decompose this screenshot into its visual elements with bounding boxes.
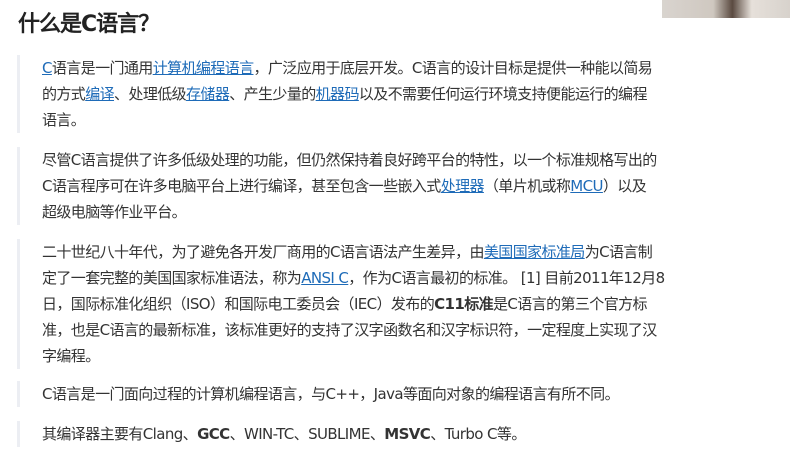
wiki-link[interactable]: 计算机编程语言 <box>153 59 254 77</box>
page-title: 什么是C语言？ <box>18 12 160 37</box>
bold-text: C11标准 <box>434 295 494 313</box>
webcam-overlay <box>662 0 790 18</box>
text-run: 其编译器主要有Clang、 <box>42 425 198 443</box>
wiki-link[interactable]: 存储器 <box>186 85 230 103</box>
text-run: 二十世纪八十年代，为了避免各开发厂商用的C语言语法产生差异，由 <box>42 243 484 261</box>
bold-text: GCC <box>197 425 230 443</box>
text-run: 、Turbo C等。 <box>430 425 526 443</box>
text-run: 准，也是C语言的最新标准，该标准更好的支持了汉字函数名和汉字标识符，一定程度上实… <box>42 321 657 339</box>
text-run: 、处理低级 <box>114 85 187 103</box>
wiki-link[interactable]: 编译 <box>85 85 114 103</box>
paragraph-compilers: 其编译器主要有Clang、GCC、WIN-TC、SUBLIME、MSVC、Tur… <box>17 421 526 447</box>
wiki-link[interactable]: ANSI C <box>301 269 349 287</box>
text-run: （单片机或称 <box>483 177 571 195</box>
bold-text: MSVC <box>384 425 431 443</box>
text-run: ，广泛应用于底层开发。C语言的设计目标是提供一种能以简易 <box>253 59 653 77</box>
text-run: 以及不需要任何运行环境支持便能运行的编程 <box>358 85 648 103</box>
wiki-link[interactable]: 美国国家标准局 <box>484 243 585 261</box>
text-run: 、WIN-TC、SUBLIME、 <box>229 425 385 443</box>
text-run: C语言程序可在许多电脑平台上进行编译，甚至包含一些嵌入式 <box>42 177 441 195</box>
text-run: 是C语言的第三个官方标 <box>493 295 647 313</box>
wiki-link[interactable]: C <box>42 59 52 77</box>
text-run: 字编程。 <box>42 347 100 365</box>
text-run: C语言是一门面向过程的计算机编程语言，与C++，Java等面向对象的编程语言有所… <box>42 385 620 403</box>
text-run: 语言。 <box>42 111 86 129</box>
wiki-link[interactable]: MCU <box>570 177 603 195</box>
wiki-link[interactable]: 处理器 <box>441 177 485 195</box>
text-run: 语言是一门通用 <box>51 59 153 77</box>
paragraph-procedural: C语言是一门面向过程的计算机编程语言，与C++，Java等面向对象的编程语言有所… <box>17 381 620 407</box>
text-run: 超级电脑等作业平台。 <box>42 203 187 221</box>
text-run: 日，国际标准化组织（ISO）和国际电工委员会（IEC）发布的 <box>42 295 435 313</box>
text-run: 的方式 <box>42 85 86 103</box>
text-run: 尽管C语言提供了许多低级处理的功能，但仍然保持着良好跨平台的特性，以一个标准规格… <box>42 151 657 169</box>
text-run: 为C语言制 <box>584 243 653 261</box>
paragraph-portability: 尽管C语言提供了许多低级处理的功能，但仍然保持着良好跨平台的特性，以一个标准规格… <box>17 147 657 225</box>
paragraph-standards: 二十世纪八十年代，为了避免各开发厂商用的C语言语法产生差异，由美国国家标准局为C… <box>17 239 665 369</box>
text-run: ，作为C语言最初的标准。 [1] 目前2011年12月8 <box>348 269 665 287</box>
text-run: 定了一套完整的美国国家标准语法，称为 <box>42 269 302 287</box>
wiki-link[interactable]: 机器码 <box>316 85 360 103</box>
text-run: ）以及 <box>602 177 647 195</box>
paragraph-intro: C语言是一门通用计算机编程语言，广泛应用于底层开发。C语言的设计目标是提供一种能… <box>17 55 653 133</box>
text-run: 、产生少量的 <box>229 85 316 103</box>
